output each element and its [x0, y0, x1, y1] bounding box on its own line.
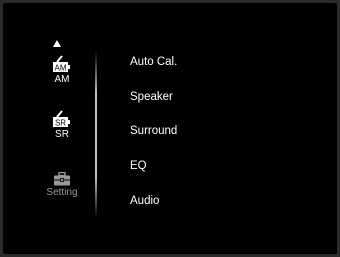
toolbox-icon — [54, 172, 70, 186]
sidebar-item-am[interactable]: AM AM — [27, 55, 97, 86]
sidebar-item-sr[interactable]: SR SR — [27, 110, 97, 141]
menu-item-audio[interactable]: Audio — [130, 194, 159, 208]
menu-item-surround[interactable]: Surround — [130, 124, 177, 138]
am-preset-icon: AM — [53, 55, 70, 73]
menu-screen: AM AM SR SR Setting Auto Cal. Speaker Su… — [3, 3, 337, 254]
svg-text:AM: AM — [55, 64, 67, 73]
menu-item-eq[interactable]: EQ — [130, 159, 147, 173]
scroll-up-arrow-icon[interactable] — [53, 40, 61, 47]
sidebar-item-label: AM — [54, 74, 70, 85]
divider — [95, 51, 97, 219]
menu-item-speaker[interactable]: Speaker — [130, 90, 173, 104]
menu-item-auto-cal[interactable]: Auto Cal. — [130, 55, 177, 69]
sr-preset-icon: SR — [53, 110, 70, 128]
sidebar-item-label: SR — [55, 129, 69, 140]
sidebar-item-label: Setting — [46, 187, 78, 198]
sidebar-item-setting[interactable]: Setting — [27, 172, 97, 199]
svg-text:SR: SR — [55, 119, 66, 128]
